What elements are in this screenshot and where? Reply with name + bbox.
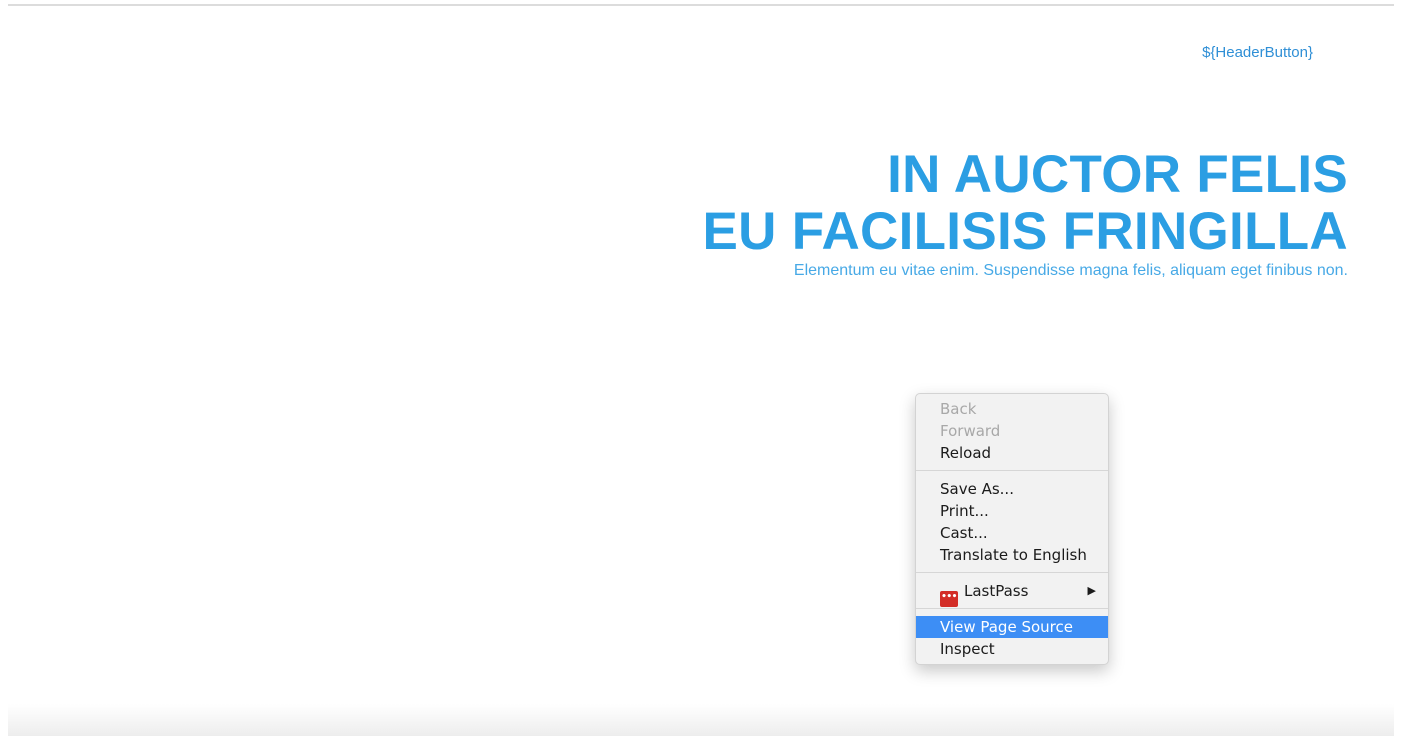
submenu-arrow-icon: ▶ <box>1087 584 1096 597</box>
menu-item-translate[interactable]: Translate to English <box>916 544 1108 566</box>
menu-item-print[interactable]: Print... <box>916 500 1108 522</box>
menu-separator <box>916 608 1108 609</box>
top-divider <box>8 4 1394 6</box>
menu-item-lastpass-label: LastPass <box>964 582 1029 600</box>
menu-item-view-page-source[interactable]: View Page Source <box>916 616 1108 638</box>
menu-item-back[interactable]: Back <box>916 398 1108 420</box>
page: ${HeaderButton} IN AUCTOR FELIS EU FACIL… <box>0 0 1401 736</box>
header-button[interactable]: ${HeaderButton} <box>1202 44 1313 61</box>
hero-title: IN AUCTOR FELIS EU FACILISIS FRINGILLA <box>702 146 1348 260</box>
hero-title-line-2: EU FACILISIS FRINGILLA <box>702 202 1348 261</box>
menu-separator <box>916 470 1108 471</box>
menu-item-cast[interactable]: Cast... <box>916 522 1108 544</box>
menu-item-inspect[interactable]: Inspect <box>916 638 1108 660</box>
bottom-fade-band <box>8 704 1394 736</box>
hero-subtitle: Elementum eu vitae enim. Suspendisse mag… <box>793 262 1348 279</box>
menu-item-lastpass[interactable]: ••• LastPass ▶ <box>916 580 1108 607</box>
hero-title-line-1: IN AUCTOR FELIS <box>887 145 1348 204</box>
menu-item-reload[interactable]: Reload <box>916 442 1108 464</box>
lastpass-icon: ••• <box>940 591 958 607</box>
menu-item-forward[interactable]: Forward <box>916 420 1108 442</box>
hero-section: IN AUCTOR FELIS EU FACILISIS FRINGILLA E… <box>702 146 1348 282</box>
menu-item-save-as[interactable]: Save As... <box>916 478 1108 500</box>
menu-separator <box>916 572 1108 573</box>
context-menu: Back Forward Reload Save As... Print... … <box>915 393 1109 665</box>
